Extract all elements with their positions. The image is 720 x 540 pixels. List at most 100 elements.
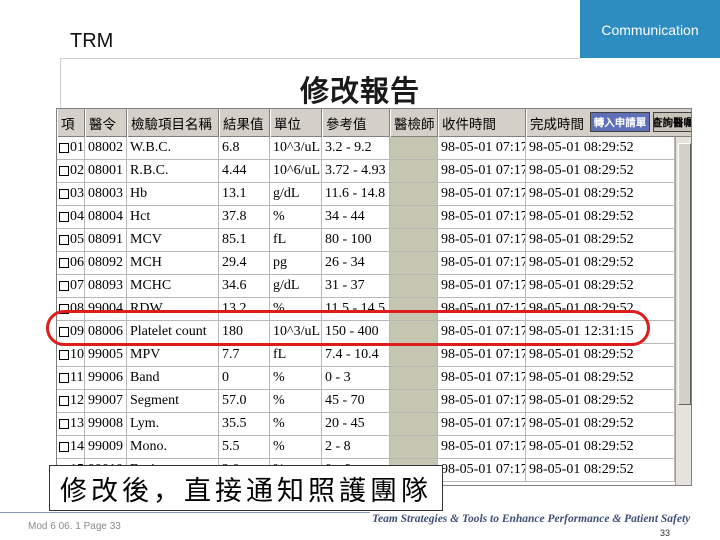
cell-item-no[interactable]: 01 <box>57 137 85 160</box>
cell-reference-text: 34 - 44 <box>325 209 365 224</box>
cell-order-code-text: 99008 <box>88 416 123 431</box>
cell-unit-text: fL <box>273 347 287 362</box>
header-technologist[interactable]: 醫檢師 <box>390 109 438 137</box>
cell-item-no[interactable]: 12 <box>57 390 85 413</box>
table-row[interactable]: 07 08093 MCHC 34.6 g/dL 31 - 37 98-05-01 07:17… <box>57 275 675 298</box>
cell-unit: g/dL <box>270 275 322 298</box>
table-row[interactable]: 11 99006 Band 0% 0 - 3 98-05-01 07:17 98-05-01… <box>57 367 675 390</box>
cell-unit-text: % <box>273 393 285 408</box>
row-checkbox[interactable] <box>59 442 69 452</box>
cell-unit: % <box>270 436 322 459</box>
row-checkbox[interactable] <box>59 350 69 360</box>
cell-received-time: 98-05-01 07:17 <box>438 229 526 252</box>
header-test-name[interactable]: 檢驗項目名稱 <box>127 109 219 137</box>
cell-received-time: 98-05-01 07:17 <box>438 413 526 436</box>
row-checkbox[interactable] <box>59 419 69 429</box>
header-item-no[interactable]: 項 <box>57 109 85 137</box>
row-checkbox[interactable] <box>59 235 69 245</box>
cell-result: 37.8 <box>219 206 270 229</box>
cell-item-no[interactable]: 03 <box>57 183 85 206</box>
cell-item-no[interactable]: 07 <box>57 275 85 298</box>
cell-reference: 3.72 - 4.93 <box>322 160 390 183</box>
query-orders-button[interactable]: 查詢醫囑 <box>653 112 691 132</box>
cell-unit: fL <box>270 344 322 367</box>
table-row[interactable]: 12 99007 Segment 57.0% 45 - 70 98-05-01 07:17… <box>57 390 675 413</box>
cell-completed-time: 98-05-01 08:29:52 <box>526 252 675 275</box>
cell-unit-text: % <box>273 416 285 431</box>
cell-order-code-text: 99005 <box>88 347 123 362</box>
cell-order-code: 08091 <box>85 229 127 252</box>
cell-result-text: 57.0 <box>222 393 247 408</box>
cell-unit-text: 10^6/uL <box>273 163 321 178</box>
transfer-request-button[interactable]: 轉入申請單 <box>590 112 650 132</box>
cell-completed-time: 98-05-01 08:29:52 <box>526 436 675 459</box>
table-row[interactable]: 03 08003 Hb 13.1 g/dL 11.6 - 14.8 98-05-01 07:… <box>57 183 675 206</box>
table-row[interactable]: 05 08091 MCV 85.1 fL 80 - 100 98-05-01 07:17 98… <box>57 229 675 252</box>
cell-order-code: 08093 <box>85 275 127 298</box>
row-checkbox[interactable] <box>59 189 69 199</box>
cell-test-name-text: MCV <box>130 232 162 247</box>
cell-item-no-text: 05 <box>70 232 84 247</box>
table-row[interactable]: 01 08002 W.B.C. 6.8 10^3/uL 3.2 - 9.2 98-05-01… <box>57 137 675 160</box>
cell-completed-time-text: 98-05-01 08:29:52 <box>529 370 634 385</box>
cell-unit: % <box>270 390 322 413</box>
cell-technologist <box>390 413 438 436</box>
cell-completed-time-text: 98-05-01 08:29:52 <box>529 209 634 224</box>
cell-item-no-text: 04 <box>70 209 84 224</box>
header-result[interactable]: 結果值 <box>219 109 270 137</box>
header-order-code[interactable]: 醫令 <box>85 109 127 137</box>
header-unit[interactable]: 單位 <box>270 109 322 137</box>
cell-technologist <box>390 367 438 390</box>
cell-reference-text: 0 - 3 <box>325 370 351 385</box>
section-tab-label: Communication <box>601 22 699 38</box>
scrollbar-thumb[interactable] <box>678 143 691 405</box>
brand-label: TRM <box>70 30 114 52</box>
table-row[interactable]: 02 08001 R.B.C. 4.44 10^6/uL 3.72 - 4.93 98-05… <box>57 160 675 183</box>
cell-received-time: 98-05-01 07:17 <box>438 137 526 160</box>
cell-test-name: MCHC <box>127 275 219 298</box>
row-checkbox[interactable] <box>59 143 69 153</box>
row-checkbox[interactable] <box>59 373 69 383</box>
table-row[interactable]: 14 99009 Mono. 5.5% 2 - 8 98-05-01 07:17 98-05… <box>57 436 675 459</box>
cell-test-name: MCV <box>127 229 219 252</box>
cell-unit-text: g/dL <box>273 278 300 293</box>
cell-item-no[interactable]: 13 <box>57 413 85 436</box>
cell-test-name: MPV <box>127 344 219 367</box>
table-row[interactable]: 04 08004 Hct 37.8% 34 - 44 98-05-01 07:17 98-0… <box>57 206 675 229</box>
row-checkbox[interactable] <box>59 258 69 268</box>
header-received-time[interactable]: 收件時間 <box>438 109 526 137</box>
row-checkbox[interactable] <box>59 281 69 291</box>
cell-item-no[interactable]: 05 <box>57 229 85 252</box>
vertical-scrollbar[interactable] <box>675 137 691 485</box>
cell-unit: 10^6/uL <box>270 160 322 183</box>
cell-order-code: 99006 <box>85 367 127 390</box>
cell-order-code-text: 08002 <box>88 140 123 155</box>
cell-technologist <box>390 183 438 206</box>
cell-test-name-text: W.B.C. <box>130 140 172 155</box>
cell-reference-text: 45 - 70 <box>325 393 365 408</box>
cell-item-no[interactable]: 04 <box>57 206 85 229</box>
cell-item-no[interactable]: 10 <box>57 344 85 367</box>
table-row[interactable]: 13 99008 Lym. 35.5% 20 - 45 98-05-01 07:17 98-… <box>57 413 675 436</box>
row-checkbox[interactable] <box>59 166 69 176</box>
table-row[interactable]: 06 08092 MCH 29.4 pg 26 - 34 98-05-01 07:17 98-… <box>57 252 675 275</box>
cell-result: 57.0 <box>219 390 270 413</box>
cell-result: 85.1 <box>219 229 270 252</box>
cell-item-no[interactable]: 11 <box>57 367 85 390</box>
cell-item-no-text: 14 <box>70 439 84 454</box>
cell-reference: 26 - 34 <box>322 252 390 275</box>
cell-test-name: R.B.C. <box>127 160 219 183</box>
cell-reference: 45 - 70 <box>322 390 390 413</box>
row-checkbox[interactable] <box>59 396 69 406</box>
cell-item-no[interactable]: 14 <box>57 436 85 459</box>
cell-result-text: 35.5 <box>222 416 247 431</box>
row-checkbox[interactable] <box>59 212 69 222</box>
cell-item-no[interactable]: 06 <box>57 252 85 275</box>
cell-item-no[interactable]: 02 <box>57 160 85 183</box>
cell-result-text: 85.1 <box>222 232 247 247</box>
table-row[interactable]: 10 99005 MPV 7.7 fL 7.4 - 10.4 98-05-01 07:17 9… <box>57 344 675 367</box>
cell-order-code-text: 99009 <box>88 439 123 454</box>
cell-order-code-text: 08092 <box>88 255 123 270</box>
cell-unit-text: fL <box>273 232 287 247</box>
header-reference[interactable]: 參考值 <box>322 109 390 137</box>
